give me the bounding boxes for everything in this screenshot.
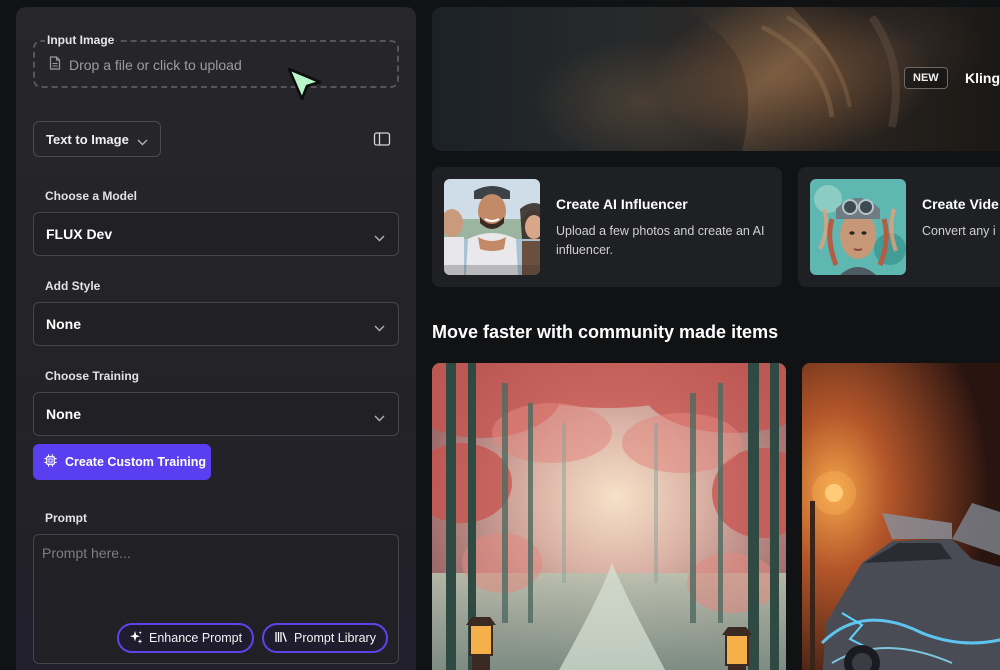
forest-image: [432, 363, 786, 670]
feature-description: Upload a few photos and create an AI inf…: [556, 224, 765, 257]
prompt-label: Prompt: [45, 511, 87, 525]
generation-panel: Input Image Drop a file or click to uplo…: [16, 7, 416, 670]
model-select-value: FLUX Dev: [46, 226, 113, 242]
choose-model-label: Choose a Model: [45, 189, 138, 203]
library-icon: [274, 630, 288, 647]
feature-title: Create Vide: [922, 196, 999, 212]
add-style-label: Add Style: [45, 279, 101, 293]
enhance-prompt-label: Enhance Prompt: [149, 631, 243, 645]
choose-training-label: Choose Training: [45, 369, 140, 383]
sidebar-toggle-icon[interactable]: [373, 131, 391, 147]
enhance-prompt-button[interactable]: Enhance Prompt: [117, 623, 255, 653]
create-custom-training-button[interactable]: Create Custom Training: [33, 444, 211, 480]
upload-hint-row: Drop a file or click to upload: [49, 56, 242, 73]
prompt-library-button[interactable]: Prompt Library: [262, 623, 388, 653]
new-badge: NEW: [904, 67, 948, 89]
model-select[interactable]: FLUX Dev: [33, 212, 399, 256]
style-select[interactable]: None: [33, 302, 399, 346]
car-image: [802, 363, 1000, 670]
pointer-cursor-icon: [286, 66, 324, 104]
chip-icon: [43, 453, 58, 471]
training-select[interactable]: None: [33, 392, 399, 436]
community-item-forest[interactable]: [432, 363, 786, 670]
sparkle-icon: [129, 630, 143, 647]
input-image-label: Input Image: [45, 33, 117, 47]
generation-mode-value: Text to Image: [46, 131, 129, 147]
chevron-down-icon: [374, 319, 385, 335]
chevron-down-icon: [137, 134, 148, 149]
ai-influencer-card[interactable]: Create AI Influencer Upload a few photos…: [432, 167, 782, 287]
feature-description: Convert any i: [922, 224, 996, 238]
prompt-library-label: Prompt Library: [294, 631, 376, 645]
kling-hero-banner[interactable]: NEW Kling: [432, 7, 1000, 151]
chevron-down-icon: [374, 409, 385, 425]
chevron-down-icon: [374, 229, 385, 245]
community-item-car[interactable]: [802, 363, 1000, 670]
prompt-container: Enhance Prompt Prompt Library: [33, 534, 399, 664]
training-select-value: None: [46, 406, 81, 422]
video-thumbnail: [810, 179, 906, 275]
feature-title: Create AI Influencer: [556, 196, 688, 212]
upload-hint-text: Drop a file or click to upload: [69, 56, 242, 73]
create-custom-training-label: Create Custom Training: [65, 455, 206, 469]
hero-title: Kling: [965, 70, 1000, 86]
influencer-thumbnail: [444, 179, 540, 275]
community-section-title: Move faster with community made items: [432, 322, 779, 342]
file-icon: [49, 56, 61, 73]
create-video-card[interactable]: Create Vide Convert any i: [798, 167, 1000, 287]
image-upload-dropzone[interactable]: Input Image Drop a file or click to uplo…: [33, 33, 399, 88]
style-select-value: None: [46, 316, 81, 332]
generation-mode-select[interactable]: Text to Image: [33, 121, 161, 157]
